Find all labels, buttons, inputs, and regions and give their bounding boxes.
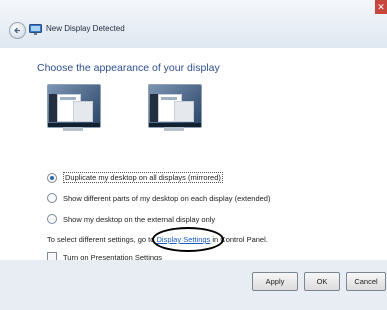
monitor-preview-primary bbox=[47, 84, 101, 128]
back-button[interactable] bbox=[9, 22, 26, 39]
back-arrow-icon bbox=[14, 27, 20, 34]
monitor-stand bbox=[164, 127, 184, 131]
option-extend[interactable]: Show different parts of my desktop on ea… bbox=[47, 193, 270, 203]
close-button[interactable]: ✕ bbox=[375, 0, 387, 14]
radio-button[interactable] bbox=[47, 193, 57, 203]
apply-button[interactable]: Apply bbox=[252, 272, 298, 291]
window-title: New Display Detected bbox=[46, 24, 125, 33]
start-menu-thumbnail bbox=[49, 94, 57, 122]
option-label: Show different parts of my desktop on ea… bbox=[63, 193, 271, 203]
start-menu-thumbnail bbox=[150, 94, 158, 122]
ok-button[interactable]: OK bbox=[304, 272, 340, 291]
monitor-stand bbox=[63, 127, 83, 131]
dialog-content: Choose the appearance of your display Du… bbox=[0, 48, 387, 262]
option-duplicate[interactable]: Duplicate my desktop on all displays (mi… bbox=[47, 172, 223, 183]
display-settings-icon bbox=[29, 24, 42, 35]
radio-button[interactable] bbox=[47, 214, 57, 224]
monitor-preview-secondary bbox=[148, 84, 202, 128]
option-label: Show my desktop on the external display … bbox=[63, 214, 216, 224]
option-external-only[interactable]: Show my desktop on the external display … bbox=[47, 214, 215, 224]
settings-prefix: To select different settings, go to bbox=[47, 235, 157, 244]
window-thumbnail bbox=[73, 101, 93, 122]
title-bar: ✕ New Display Detected bbox=[0, 0, 387, 48]
radio-button-selected[interactable] bbox=[47, 172, 57, 183]
button-bar: Apply OK Cancel bbox=[0, 260, 387, 310]
annotation-circle bbox=[152, 227, 224, 252]
option-label: Duplicate my desktop on all displays (mi… bbox=[63, 172, 223, 183]
page-title: Choose the appearance of your display bbox=[37, 62, 220, 74]
cancel-button[interactable]: Cancel bbox=[346, 272, 386, 291]
window-thumbnail bbox=[174, 101, 194, 122]
